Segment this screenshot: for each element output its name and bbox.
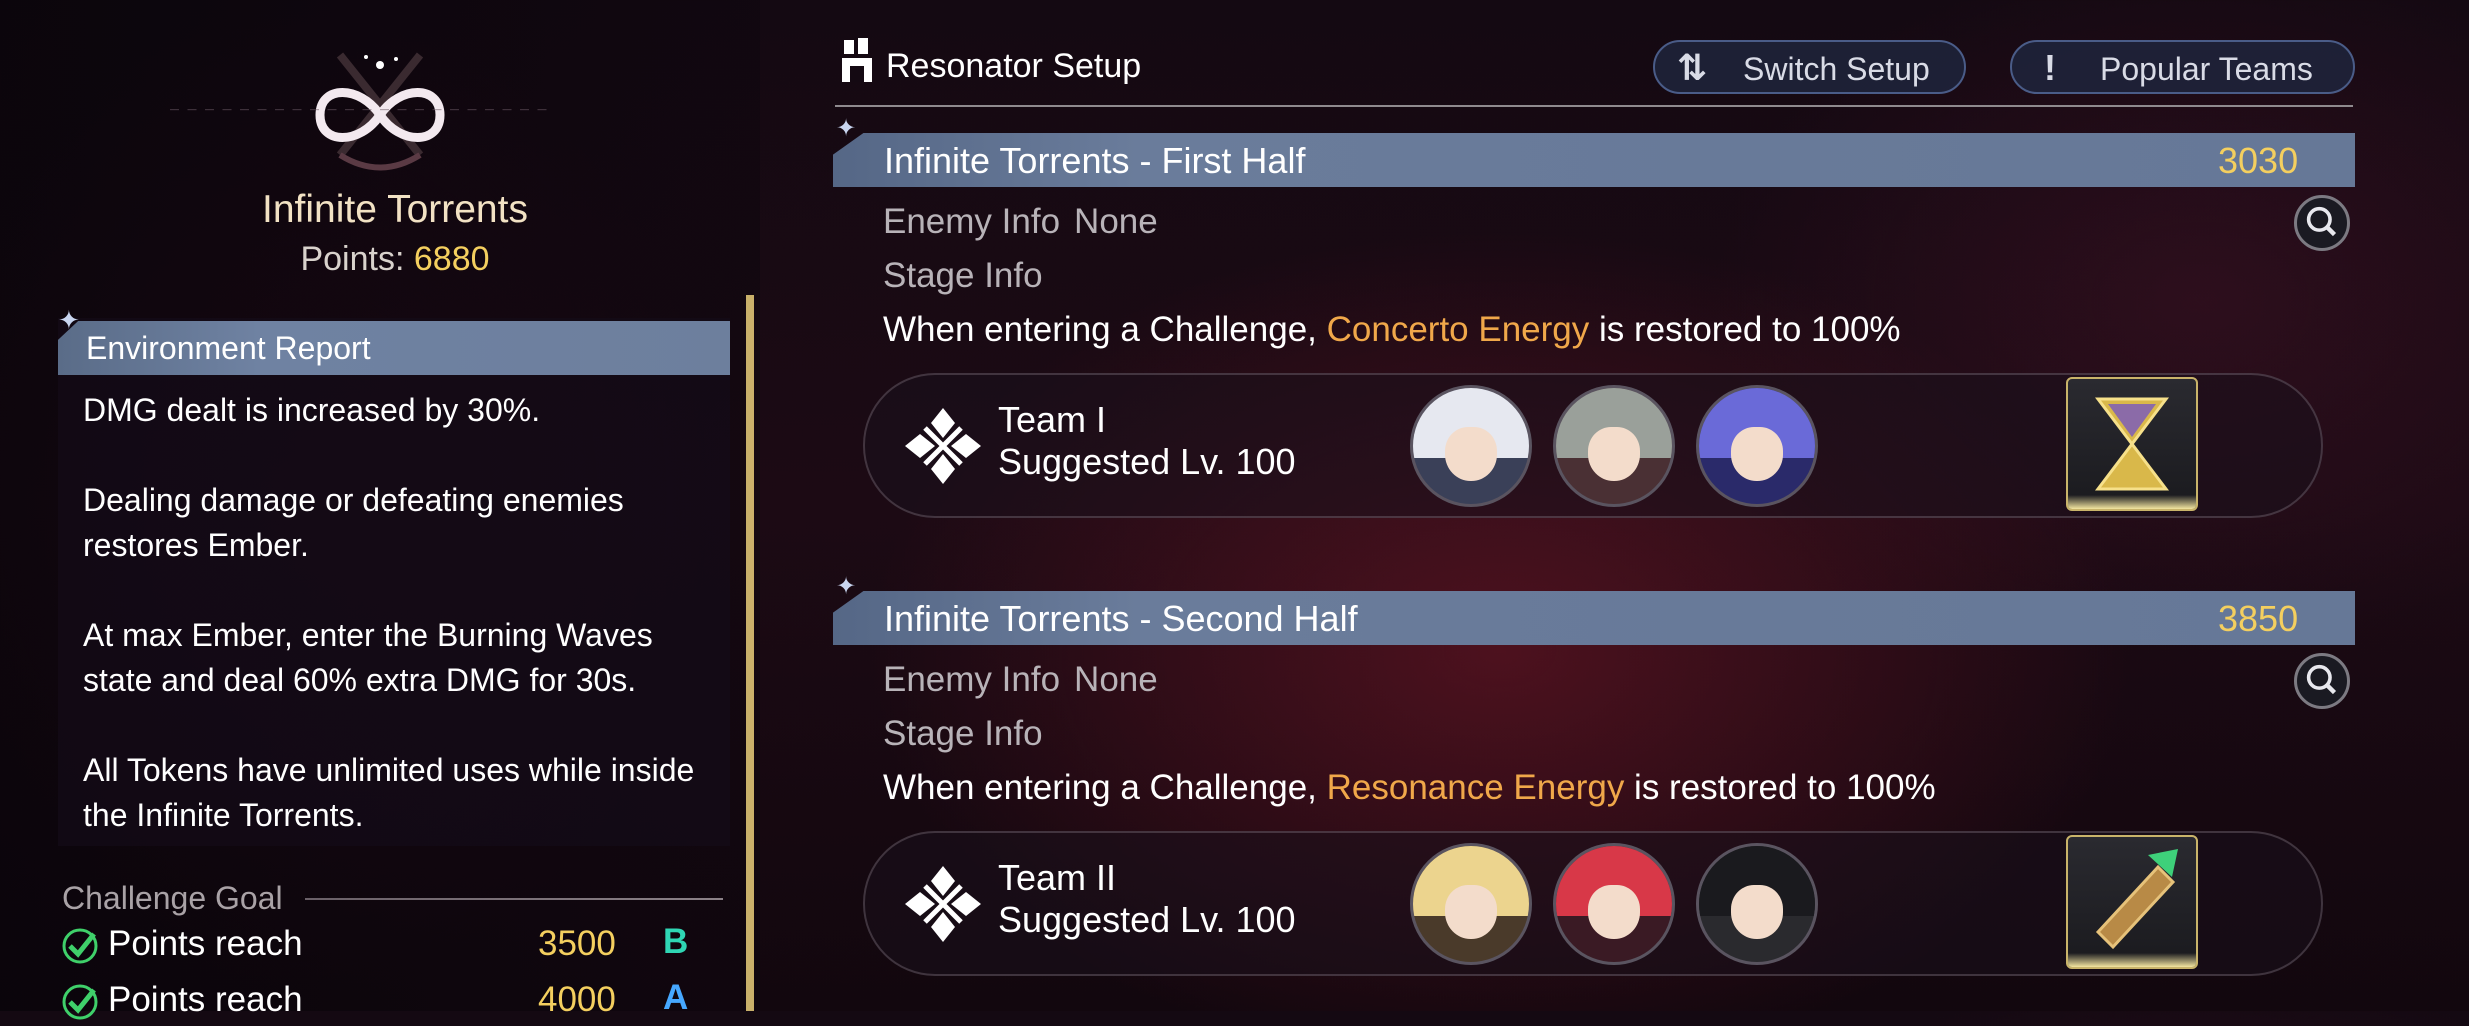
stage-info-label: Stage Info xyxy=(883,714,1043,753)
environment-report-title: Environment Report xyxy=(86,330,371,366)
popular-teams-button[interactable]: ! Popular Teams xyxy=(2010,40,2355,94)
emblem-decoration: — — — — — — — — — — — — — — — — — — — — … xyxy=(170,104,550,114)
goal-row: Points reach 3500 B xyxy=(60,922,700,970)
points-label: Points: xyxy=(300,240,405,278)
checkmark-icon xyxy=(62,928,98,964)
env-paragraph: DMG dealt is increased by 30%. xyxy=(83,392,541,428)
stage-description: When entering a Challenge, Resonance Ene… xyxy=(883,768,1936,808)
team-name: Team II xyxy=(998,857,1117,898)
desc-prefix: When entering a Challenge, xyxy=(883,768,1327,807)
switch-setup-label: Switch Setup xyxy=(1743,51,1930,87)
goal-value: 3500 xyxy=(538,924,616,963)
team-card[interactable]: Team II Suggested Lv. 100 xyxy=(863,831,2323,976)
magnifier-icon[interactable] xyxy=(2294,195,2350,251)
avatar-face xyxy=(1588,885,1640,939)
resonator-setup-title: Resonator Setup xyxy=(886,47,1142,85)
popular-teams-label: Popular Teams xyxy=(2100,51,2313,87)
env-paragraph: At max Ember, enter the Burning Waves st… xyxy=(83,617,653,698)
avatar-face xyxy=(1731,885,1783,939)
resonator-avatar[interactable] xyxy=(1410,385,1532,507)
magnifier-icon[interactable] xyxy=(2294,653,2350,709)
avatar-face xyxy=(1588,427,1640,481)
desc-prefix: When entering a Challenge, xyxy=(883,310,1327,349)
avatar-face xyxy=(1445,427,1497,481)
team-level: Suggested Lv. 100 xyxy=(998,899,1296,940)
goal-label: Points reach xyxy=(108,924,303,963)
desc-suffix: is restored to 100% xyxy=(1624,768,1936,807)
resonator-avatar[interactable] xyxy=(1410,843,1532,965)
sparkle-icon: ✦ xyxy=(836,115,857,142)
desc-suffix: is restored to 100% xyxy=(1589,310,1901,349)
echo-slot[interactable] xyxy=(2066,835,2198,969)
second-half-score: 3850 xyxy=(2218,598,2299,639)
enemy-info-label: Enemy Info xyxy=(883,660,1061,699)
goal-label: Points reach xyxy=(108,980,303,1019)
sparkle-icon: ✦ xyxy=(58,305,80,335)
swap-arrows-icon: ⇅ xyxy=(1677,47,1708,88)
echo-glow xyxy=(2068,953,2196,967)
second-half-title: Infinite Torrents - Second Half xyxy=(884,598,1358,639)
mode-title: Infinite Torrents xyxy=(262,188,528,231)
env-paragraph: Dealing damage or defeating enemies rest… xyxy=(83,482,624,563)
resonator-avatar[interactable] xyxy=(1553,385,1675,507)
first-half-title: Infinite Torrents - First Half xyxy=(884,140,1306,181)
avatar-face xyxy=(1731,427,1783,481)
environment-report-text[interactable]: DMG dealt is increased by 30%. Dealing d… xyxy=(83,388,723,883)
env-paragraph: All Tokens have unlimited uses while ins… xyxy=(83,752,695,833)
stage-info-label: Stage Info xyxy=(883,256,1043,295)
rank-badge: A xyxy=(663,978,689,1017)
enemy-info-value: None xyxy=(1074,202,1158,241)
team-name: Team I xyxy=(998,399,1107,440)
exclamation-icon: ! xyxy=(2044,47,2056,88)
first-half-score: 3030 xyxy=(2218,140,2299,181)
desc-highlight: Concerto Energy xyxy=(1326,310,1590,349)
left-scrollbar[interactable] xyxy=(746,295,754,1011)
team-crest-icon xyxy=(905,866,981,942)
hourglass-echo-icon xyxy=(2094,397,2170,491)
divider xyxy=(835,105,2353,107)
enemy-info-value: None xyxy=(1074,660,1158,699)
desc-highlight: Resonance Energy xyxy=(1326,768,1625,807)
resonator-avatar[interactable] xyxy=(1696,385,1818,507)
goal-row: Points reach 4000 A xyxy=(60,978,700,1026)
team-card[interactable]: Team I Suggested Lv. 100 xyxy=(863,373,2323,518)
divider xyxy=(305,898,723,900)
switch-setup-button[interactable]: ⇅ Switch Setup xyxy=(1653,40,1966,94)
points-value: 6880 xyxy=(413,240,490,278)
rank-badge: B xyxy=(663,922,689,961)
challenge-goal-title: Challenge Goal xyxy=(62,880,283,916)
sparkle-icon: ✦ xyxy=(836,573,857,600)
stage-description: When entering a Challenge, Concerto Ener… xyxy=(883,310,1901,350)
team-crest-icon xyxy=(905,408,981,484)
checkmark-icon xyxy=(62,984,98,1020)
echo-slot[interactable] xyxy=(2066,377,2198,511)
scroll-echo-icon xyxy=(2095,849,2178,950)
enemy-info: Enemy Info None xyxy=(883,202,1158,242)
resonator-avatar[interactable] xyxy=(1696,843,1818,965)
resonator-avatar[interactable] xyxy=(1553,843,1675,965)
enemy-info: Enemy Info None xyxy=(883,660,1158,700)
mode-points: Points: 6880 xyxy=(0,240,790,279)
goal-value: 4000 xyxy=(538,980,616,1019)
team-level: Suggested Lv. 100 xyxy=(998,441,1296,482)
echo-glow xyxy=(2068,495,2196,509)
enemy-info-label: Enemy Info xyxy=(883,202,1061,241)
resonator-icon xyxy=(842,38,872,82)
avatar-face xyxy=(1445,885,1497,939)
